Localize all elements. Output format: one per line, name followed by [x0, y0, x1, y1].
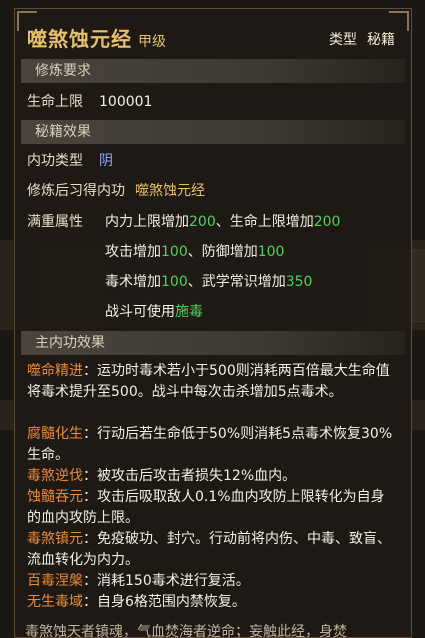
attr-value: 100: [257, 244, 285, 260]
attr-text: 武学常识增加: [201, 274, 286, 290]
attr-text: 防御增加: [201, 244, 258, 260]
full-attr-label: 满重属性: [27, 214, 83, 230]
main-effect-name: 腐髓化生: [27, 426, 83, 442]
item-grade: 甲级: [138, 34, 166, 50]
main-effect-text: ：自身6格范围内禁恢复。: [83, 594, 246, 610]
attr-value: 350: [285, 274, 313, 290]
main-effect-text: ：消耗150毒术进行复活。: [83, 573, 250, 589]
main-effect-item: 噬命精进：运功时毒术若小于500则消耗两百倍最大生命值将毒术提升至500。战斗中…: [27, 361, 397, 403]
main-effect-text: ：被攻击后攻击者损失12%血内。: [83, 468, 297, 484]
main-effect-item: 蚀髓吞元：攻击后吸取敌人0.1%血内攻防上限转化为自身的血内攻防上限。: [27, 487, 397, 529]
item-type: 类型 秘籍: [329, 29, 395, 49]
section-effect-header: 秘籍效果: [21, 120, 405, 144]
learned-skill-label: 修炼后习得内功: [27, 183, 125, 199]
item-tooltip-panel: 噬煞蚀元经 甲级 类型 秘籍 修炼要求 生命上限 100001 秘籍效果 内功类型阴 …: [14, 8, 412, 638]
main-effect-item: 百毒涅槃：消耗150毒术进行复活。: [27, 571, 397, 592]
requirement-value: 100001: [99, 94, 153, 110]
force-type-row: 内功类型阴: [27, 151, 113, 171]
requirement-row: 生命上限 100001: [27, 92, 152, 112]
attr-text: 毒术增加: [105, 274, 161, 290]
main-effect-name: 毒煞逆伐: [27, 468, 83, 484]
item-type-value: 秘籍: [367, 32, 395, 48]
main-effect-item: 无生毒域：自身6格范围内禁恢复。: [27, 592, 397, 613]
force-type-value: 阴: [99, 153, 113, 169]
main-effect-item: 毒煞逆伐：被攻击后攻击者损失12%血内。: [27, 466, 397, 487]
item-title: 噬煞蚀元经: [27, 27, 132, 51]
lore-text: 毒煞蚀天者镇魂，气血焚海者逆命；妄触此经，身焚: [25, 624, 347, 638]
section-requirement-header: 修炼要求: [21, 59, 405, 83]
attr-value: 200: [189, 214, 216, 230]
attr-text: 生命上限增加: [229, 214, 314, 230]
force-type-label: 内功类型: [27, 153, 83, 169]
section-main-effect-header: 主内功效果: [21, 331, 405, 355]
main-effect-name: 百毒涅槃: [27, 573, 83, 589]
attr-line: 毒术增加100、武学常识增加350: [105, 272, 312, 292]
attr-separator: 、: [215, 214, 230, 230]
item-type-label: 类型: [329, 32, 357, 48]
attr-separator: 、: [187, 274, 202, 290]
tooltip-header: 噬煞蚀元经 甲级 类型 秘籍: [27, 23, 399, 51]
attr-line: 内力上限增加200、生命上限增加200: [105, 212, 340, 232]
battle-skill-name: 施毒: [175, 304, 203, 320]
attr-value: 100: [161, 274, 188, 290]
battle-skill-text: 战斗可使用: [105, 304, 175, 320]
main-effect-item: 腐髓化生：行动后若生命低于50%则消耗5点毒术恢复30%生命。: [27, 424, 397, 466]
attr-text: 攻击增加: [105, 244, 161, 260]
requirement-label: 生命上限: [27, 94, 83, 110]
learned-skill-value: 噬煞蚀元经: [135, 183, 205, 199]
learned-skill-row: 修炼后习得内功 噬煞蚀元经: [27, 181, 205, 201]
attr-value: 200: [313, 214, 341, 230]
main-effect-name: 无生毒域: [27, 594, 83, 610]
attr-text: 内力上限增加: [105, 214, 189, 230]
main-effect-name: 噬命精进: [27, 363, 83, 379]
attr-value: 100: [161, 244, 188, 260]
main-effect-name: 毒煞镇元: [27, 531, 83, 547]
main-effect-name: 蚀髓吞元: [27, 489, 83, 505]
main-effect-item: 毒煞镇元：免疫破功、封穴。行动前将内伤、中毒、致盲、流血转化为内力。: [27, 529, 397, 571]
attr-line: 攻击增加100、防御增加100: [105, 242, 284, 262]
attr-separator: 、: [187, 244, 202, 260]
battle-skill-line: 战斗可使用施毒: [105, 302, 203, 322]
